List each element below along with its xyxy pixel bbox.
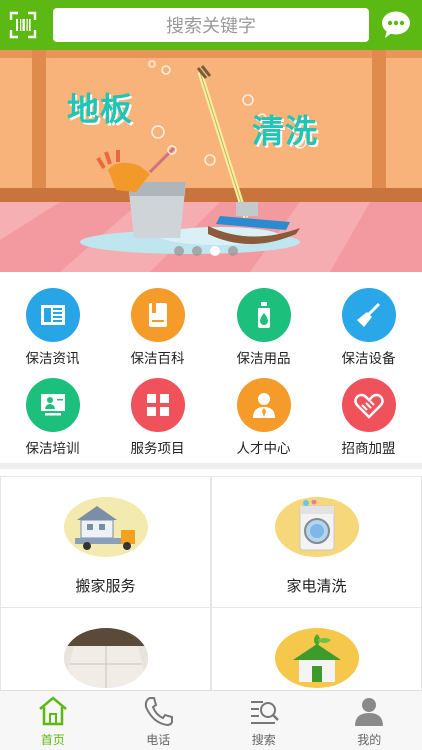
category-item-news[interactable]: 保洁资讯 (0, 282, 105, 370)
category-grid: 保洁资讯 保洁百科 保洁用品 保洁设备 保洁培训 服务项目 人才中心 招商加盟 (0, 282, 422, 462)
training-board-icon (25, 378, 80, 432)
category-item-services[interactable]: 服务项目 (105, 372, 210, 460)
category-item-equipment[interactable]: 保洁设备 (316, 282, 421, 370)
handshake-icon (341, 378, 396, 432)
category-label: 人才中心 (236, 441, 291, 457)
tab-home[interactable]: 首页 (0, 691, 106, 750)
tab-search[interactable]: 搜索 (211, 691, 317, 750)
service-item-moving[interactable]: 搬家服务 (0, 476, 211, 608)
washing-machine-icon (274, 497, 359, 557)
bottom-tab-bar: 首页 电话 搜索 我的 (0, 690, 422, 750)
book-icon (130, 288, 185, 342)
top-bar: 搜索关键字 (0, 0, 422, 50)
category-label: 保洁用品 (236, 351, 291, 367)
category-item-encyclopedia[interactable]: 保洁百科 (105, 282, 210, 370)
category-label: 招商加盟 (341, 441, 396, 457)
home-icon (36, 695, 70, 727)
search-list-icon (247, 695, 281, 727)
scan-icon[interactable] (9, 11, 37, 39)
grid-icon (130, 378, 185, 432)
category-label: 保洁百科 (130, 351, 185, 367)
phone-icon (141, 695, 175, 727)
service-item-appliance[interactable]: 家电清洗 (211, 476, 422, 608)
carousel-dot[interactable] (192, 246, 202, 256)
moving-truck-icon (63, 497, 148, 557)
service-label: 家电清洗 (286, 577, 347, 595)
broom-icon (341, 288, 396, 342)
service-label: 搬家服务 (75, 577, 136, 595)
green-house-icon (274, 628, 359, 688)
floor-cleaning-illustration (0, 50, 422, 272)
tab-label: 首页 (40, 733, 65, 747)
section-divider (0, 463, 422, 469)
cleaning-bottle-icon (236, 288, 291, 342)
tab-label: 电话 (146, 733, 171, 747)
chat-bubble-icon[interactable] (380, 9, 412, 41)
carousel-indicator (174, 246, 238, 256)
service-grid: 搬家服务 家电清洗 (0, 476, 422, 739)
category-item-talent[interactable]: 人才中心 (211, 372, 316, 460)
category-label: 保洁设备 (341, 351, 396, 367)
person-icon (236, 378, 291, 432)
tab-label: 我的 (357, 733, 382, 747)
search-input[interactable]: 搜索关键字 (53, 8, 369, 42)
banner-title-left: 地板 (67, 90, 134, 128)
category-label: 保洁培训 (25, 441, 80, 457)
floor-tile-icon (63, 628, 148, 688)
carousel-dot[interactable] (174, 246, 184, 256)
category-item-training[interactable]: 保洁培训 (0, 372, 105, 460)
category-item-franchise[interactable]: 招商加盟 (316, 372, 421, 460)
promo-banner[interactable]: 地板 清洗 (0, 50, 422, 272)
tab-phone[interactable]: 电话 (106, 691, 212, 750)
category-item-supplies[interactable]: 保洁用品 (211, 282, 316, 370)
tab-label: 搜索 (251, 733, 276, 747)
carousel-dot-active[interactable] (210, 246, 220, 256)
app-screen: 搜索关键字 地板 清洗 保洁资讯 保洁百科 保洁用品 保洁设备 保洁培训 服务项… (0, 0, 422, 750)
user-icon (352, 695, 386, 727)
banner-title-right: 清洗 (252, 112, 319, 150)
category-label: 保洁资讯 (25, 351, 80, 367)
tab-profile[interactable]: 我的 (317, 691, 422, 750)
news-icon (25, 288, 80, 342)
category-label: 服务项目 (130, 441, 185, 457)
carousel-dot[interactable] (228, 246, 238, 256)
